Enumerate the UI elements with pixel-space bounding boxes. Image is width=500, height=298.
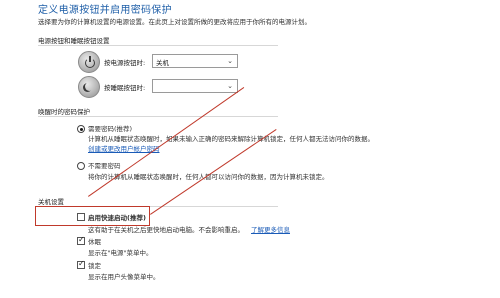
divider bbox=[38, 45, 278, 46]
hibernate-checkbox[interactable] bbox=[77, 235, 85, 245]
change-password-link[interactable]: 创建或更改用户帐户密码 bbox=[88, 143, 160, 153]
power-icon bbox=[78, 51, 100, 73]
no-password-label: 不需要密码 bbox=[88, 162, 121, 170]
power-button-value: 关机 bbox=[156, 59, 169, 67]
sleep-button-select[interactable]: ⌄ bbox=[152, 79, 238, 93]
lock-label: 锁定 bbox=[88, 262, 101, 270]
hibernate-desc: 显示在"电源"菜单中。 bbox=[88, 249, 153, 257]
lock-checkbox[interactable] bbox=[77, 259, 85, 269]
lock-desc: 显示在用户头像菜单中。 bbox=[88, 273, 160, 281]
no-password-radio[interactable] bbox=[77, 162, 85, 170]
require-password-label: 需要密码(推荐) bbox=[88, 125, 133, 133]
learn-more-link[interactable]: 了解更多信息 bbox=[251, 224, 290, 234]
power-button-select[interactable]: 关机 ⌄ bbox=[152, 54, 238, 68]
annotation-highlight-box bbox=[35, 206, 150, 226]
divider bbox=[38, 116, 278, 117]
require-password-desc: 计算机从睡眠状态唤醒时，如果未输入正确的密码来解除计算机锁定，任何人都无法访问你… bbox=[88, 135, 374, 143]
sleep-icon bbox=[78, 76, 100, 98]
shutdown-section-title: 关机设置 bbox=[38, 198, 64, 206]
power-button-label: 按电源按钮时: bbox=[104, 59, 146, 67]
hibernate-label: 休眠 bbox=[88, 238, 101, 246]
wake-password-section-title: 唤醒时的密码保护 bbox=[38, 108, 90, 116]
page-description: 选择要为你的计算机设置的电源设置。在此页上对设置所做的更改将应用于你所有的电源计… bbox=[38, 18, 311, 26]
page-title: 定义电源按钮并启用密码保护 bbox=[38, 5, 172, 16]
sleep-button-label: 按睡眠按钮时: bbox=[104, 84, 146, 92]
power-buttons-section-title: 电源按钮和睡眠按钮设置 bbox=[38, 37, 110, 45]
chevron-down-icon: ⌄ bbox=[227, 82, 233, 90]
require-password-radio[interactable] bbox=[77, 125, 85, 133]
chevron-down-icon: ⌄ bbox=[227, 57, 233, 65]
